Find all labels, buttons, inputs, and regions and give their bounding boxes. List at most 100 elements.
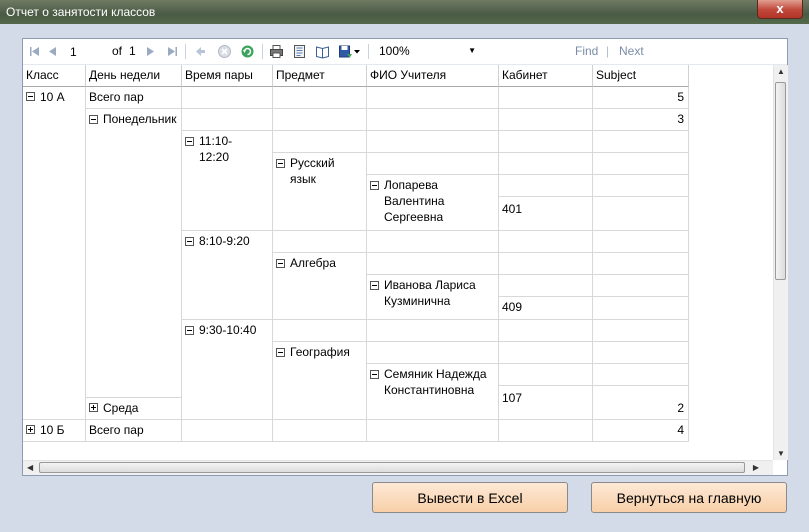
total-value-10a: 5 (593, 87, 689, 109)
horizontal-scrollbar[interactable]: ◀ ▶ (23, 460, 773, 475)
empty-cell (593, 320, 689, 342)
day-label: Понедельник (103, 112, 177, 126)
empty-cell (593, 175, 689, 197)
empty-cell (593, 153, 689, 175)
next-link[interactable]: Next (619, 39, 644, 64)
print-icon[interactable] (269, 44, 284, 59)
first-page-icon[interactable] (27, 44, 42, 59)
collapse-toggle-icon[interactable] (276, 348, 285, 357)
class-group-10a: 10 А (23, 87, 86, 420)
vertical-scroll-thumb[interactable] (775, 82, 786, 280)
back-arrow-icon[interactable] (193, 44, 208, 59)
empty-cell (273, 131, 367, 153)
room-cell: 401 (499, 197, 593, 231)
total-label: Всего пар (86, 420, 182, 442)
empty-cell (273, 231, 367, 253)
room-cell: 409 (499, 297, 593, 320)
find-link[interactable]: Find (575, 39, 598, 64)
column-header-class: Класс (23, 65, 86, 87)
column-header-subject: Предмет (273, 65, 367, 87)
vertical-scrollbar[interactable]: ▲ ▼ (773, 65, 788, 460)
class-label: 10 Б (40, 423, 65, 437)
collapse-toggle-icon[interactable] (370, 181, 379, 190)
empty-cell (367, 253, 499, 275)
subject-label: Русский язык (290, 156, 335, 186)
collapse-toggle-icon[interactable] (185, 137, 194, 146)
report-toolbar: 1 of 1 100% ▼ Find | Next (23, 39, 787, 65)
teacher-label: Иванова Лариса Кузминична (384, 278, 476, 308)
column-header-room: Кабинет (499, 65, 593, 87)
empty-cell (499, 109, 593, 131)
teacher-label: Лопарева Валентина Сергеевна (384, 178, 445, 224)
collapse-toggle-icon[interactable] (185, 237, 194, 246)
empty-cell (499, 231, 593, 253)
collapse-toggle-icon[interactable] (185, 326, 194, 335)
time-label: 8:10-9:20 (199, 234, 250, 248)
previous-page-icon[interactable] (45, 44, 60, 59)
empty-cell (273, 398, 367, 420)
window-title: Отчет о занятости классов (6, 5, 156, 19)
report-viewer: 1 of 1 100% ▼ Find | Next Класс День нед… (22, 38, 788, 476)
expand-toggle-icon[interactable] (89, 403, 98, 413)
toolbar-separator (368, 44, 369, 59)
empty-cell (273, 87, 367, 109)
stop-icon[interactable] (217, 44, 232, 59)
of-label: of (112, 44, 123, 58)
last-page-icon[interactable] (165, 44, 180, 59)
empty-cell (273, 320, 367, 342)
time-label: 11:10-12:20 (199, 134, 233, 164)
collapse-toggle-icon[interactable] (26, 92, 35, 102)
subject-group-1: Русский язык (273, 153, 367, 231)
column-header-subject-en: Subject (593, 65, 689, 87)
class-group-10b: 10 Б (23, 420, 86, 442)
scroll-down-icon[interactable]: ▼ (777, 449, 785, 458)
close-button[interactable]: x (757, 0, 803, 19)
collapse-toggle-icon[interactable] (276, 159, 285, 168)
empty-cell (593, 131, 689, 153)
collapse-toggle-icon[interactable] (370, 370, 379, 379)
teacher-label: Семяник Надежда Константиновна (384, 367, 487, 397)
horizontal-scroll-thumb[interactable] (39, 462, 745, 473)
empty-cell (367, 320, 499, 342)
empty-cell (499, 131, 593, 153)
back-to-main-button[interactable]: Вернуться на главную (591, 482, 787, 513)
chevron-down-icon: ▼ (468, 46, 476, 55)
export-icon[interactable] (338, 44, 353, 59)
empty-cell (499, 87, 593, 109)
empty-cell (593, 197, 689, 231)
day-label: Среда (103, 401, 139, 415)
zoom-select[interactable]: 100% ▼ (379, 43, 479, 59)
collapse-toggle-icon[interactable] (276, 259, 285, 268)
print-layout-icon[interactable] (292, 44, 307, 59)
scroll-right-icon[interactable]: ▶ (753, 463, 759, 472)
collapse-toggle-icon[interactable] (370, 281, 379, 290)
class-label: 10 А (40, 90, 65, 104)
export-dropdown-icon[interactable] (353, 44, 361, 59)
total-pages: 1 (129, 44, 136, 58)
empty-cell (593, 364, 689, 386)
time-group-1: 11:10-12:20 (182, 131, 273, 231)
day-total-monday: 3 (593, 109, 689, 131)
empty-cell (593, 231, 689, 253)
empty-cell (182, 420, 273, 442)
empty-cell (499, 153, 593, 175)
empty-cell (593, 275, 689, 297)
empty-cell (499, 364, 593, 386)
page-setup-icon[interactable] (315, 44, 330, 59)
refresh-icon[interactable] (240, 44, 255, 59)
time-label: 9:30-10:40 (199, 323, 257, 337)
zoom-value: 100% (379, 44, 410, 58)
export-excel-button[interactable]: Вывести в Excel (372, 482, 568, 513)
find-input[interactable] (487, 43, 567, 59)
empty-cell (499, 420, 593, 442)
empty-cell (367, 398, 499, 420)
collapse-toggle-icon[interactable] (89, 115, 98, 124)
empty-cell (499, 275, 593, 297)
empty-cell (367, 87, 499, 109)
empty-cell (593, 342, 689, 364)
next-page-icon[interactable] (143, 44, 158, 59)
scroll-up-icon[interactable]: ▲ (777, 67, 785, 76)
expand-toggle-icon[interactable] (26, 425, 35, 435)
empty-cell (367, 131, 499, 153)
scroll-left-icon[interactable]: ◀ (27, 463, 33, 472)
